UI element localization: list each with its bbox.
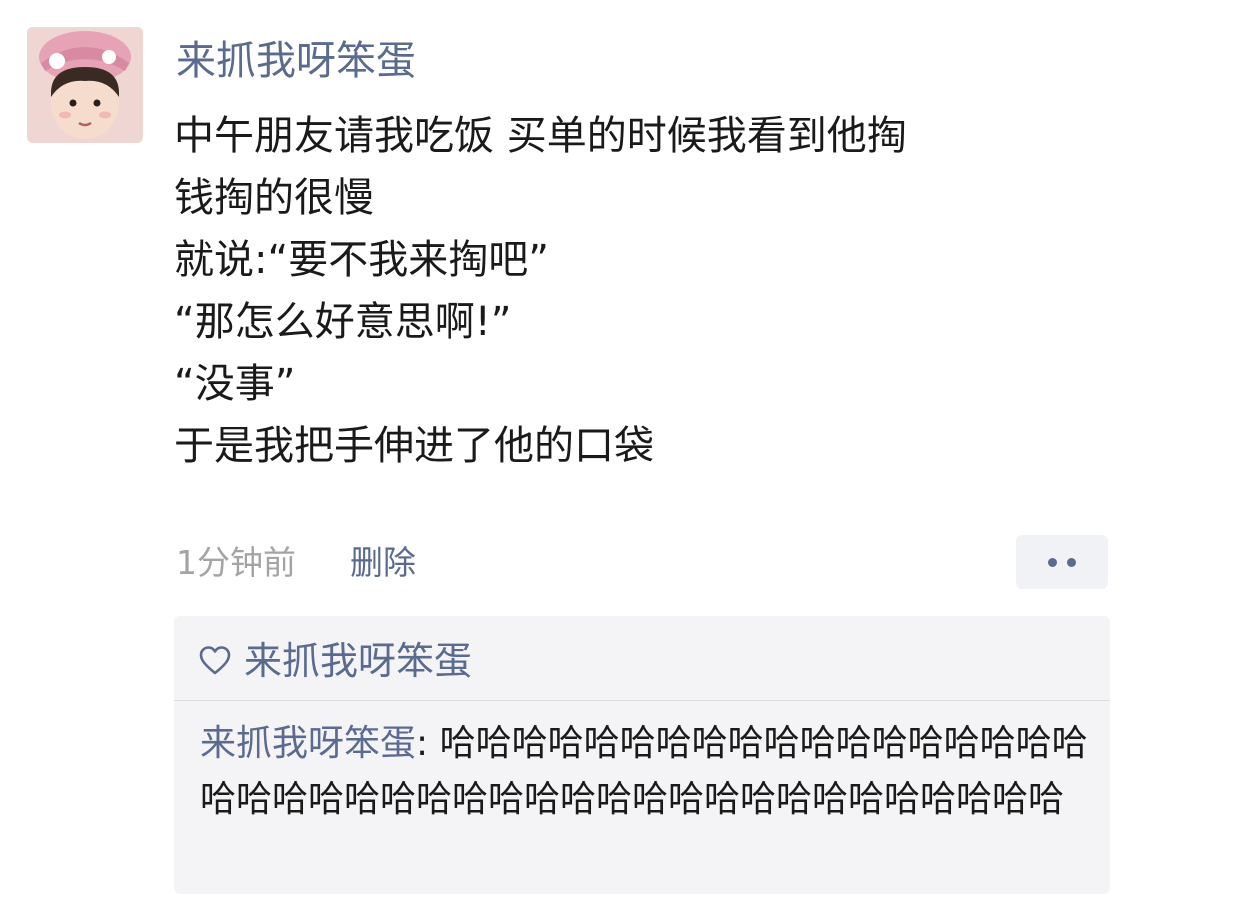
avatar[interactable] [27,27,143,143]
post-author-name[interactable]: 来抓我呀笨蛋 [176,36,416,86]
post-line: 就说:“要不我来掏吧” [174,237,549,283]
post-line: 于是我把手伸进了他的口袋 [174,423,654,469]
more-actions-button[interactable] [1016,535,1108,589]
post-line: 中午朋友请我吃饭 买单的时候我看到他掏 [174,113,907,159]
comment-item[interactable]: 来抓我呀笨蛋: 哈哈哈哈哈哈哈哈哈哈哈哈哈哈哈哈哈哈哈哈哈哈哈哈哈哈哈哈哈哈哈哈… [200,716,1090,828]
delete-button[interactable]: 删除 [350,540,416,586]
comment-author[interactable]: 来抓我呀笨蛋 [200,723,416,764]
comment-separator: : [416,723,440,764]
likes-row: 来抓我呀笨蛋 [198,636,472,686]
post-line: “没事” [174,361,296,407]
post-content: 中午朋友请我吃饭 买单的时候我看到他掏 钱掏的很慢 就说:“要不我来掏吧” “那… [174,105,1114,477]
like-user-name[interactable]: 来抓我呀笨蛋 [244,636,472,686]
post-timestamp: 1分钟前 [176,543,296,582]
interaction-panel: 来抓我呀笨蛋 来抓我呀笨蛋: 哈哈哈哈哈哈哈哈哈哈哈哈哈哈哈哈哈哈哈哈哈哈哈哈哈… [174,616,1110,894]
post-line: 钱掏的很慢 [174,175,374,221]
avatar-image [27,27,143,143]
more-dots-icon [1048,558,1057,567]
divider [174,700,1110,701]
post-line: “那怎么好意思啊!” [174,299,512,345]
more-dots-icon [1067,558,1076,567]
heart-icon [199,646,231,675]
